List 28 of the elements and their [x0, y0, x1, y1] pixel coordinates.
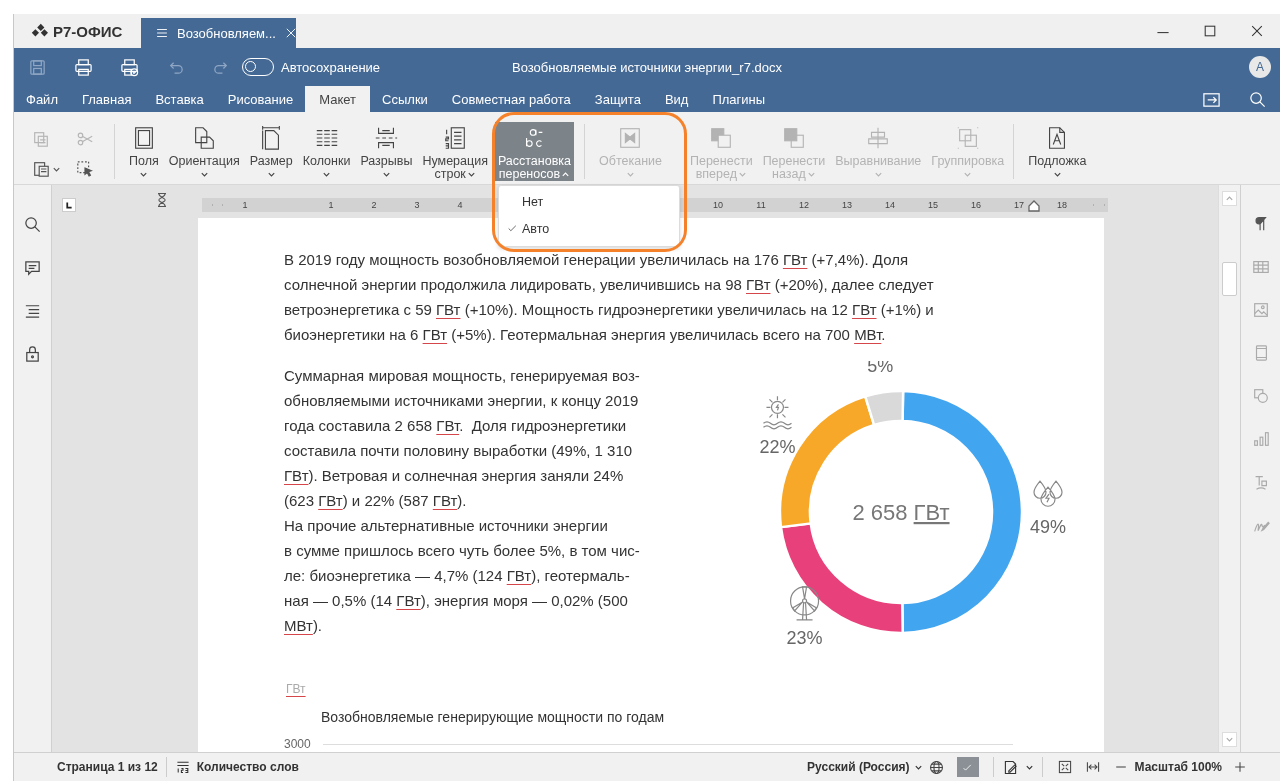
ruler-number: 3	[413, 200, 421, 210]
ruler-number: 17	[1013, 200, 1025, 210]
ruler-number: 15	[927, 200, 939, 210]
app-logo-text: Р7-ОФИС	[53, 22, 123, 40]
chart-title: Возобновляемые генерирующие мощности по годам	[321, 708, 666, 726]
ruler-number: 2	[370, 200, 378, 210]
percent-label: 22%	[759, 437, 796, 458]
ruler-number: 13	[841, 200, 853, 210]
ruler-number: 10	[712, 200, 724, 210]
total-label: 2 658 ГВт	[852, 500, 950, 525]
ruler-number: 1	[241, 200, 249, 210]
percent-label: 49%	[1030, 517, 1066, 538]
paragraph: Суммарная мировая мощность, генерируемая воз- обновляемыми источниками энергии, к концу 2019 года составила 2 658 ГВт. Доля гидроэнергетики составила почти половину выработки (49%, 1 310 ГВт). Ветровая и солнечная энергия заняли 24% (623 ГВт) и 22% (587 ГВт). На прочие альтернативные источники энергии в сумме пришлось всего чуть более 5%, в том чис- ле: биоэнергетика — 4,7% (124 ГВт), геотермаль- ная — 0,5% (14 ГВт), энергия моря — 0,02% (500 МВт).	[284, 366, 641, 636]
ruler-number: 12	[798, 200, 810, 210]
percent-label: 23%	[786, 627, 823, 648]
zoom-level: Масштаб 100%	[1134, 760, 1222, 774]
ruler-number: 18	[1056, 200, 1068, 210]
ruler-number: 4	[456, 200, 464, 210]
axis-tick-label: 3000	[284, 737, 311, 751]
paragraph: В 2019 году мощность возобновляемой генерации увеличилась на 176 ГВт (+7,4%). Доля солнечной энергии продолжила лидировать, увеличившись на 98 ГВт (+20%), далее следует ветроэнергетика с 59 ГВт (+10%). Мощность гидроэнергетики увеличилась на 12 ГВт (+1%) и биоэнергетики на 6 ГВт (+5%). Геотермальная энергия увеличилась всего на 700 МВт.	[284, 250, 935, 345]
axis-unit-label: ГВт	[286, 681, 306, 697]
ruler-number: 1	[327, 200, 335, 210]
ruler-number: 16	[970, 200, 982, 210]
page-indicator: Страница 1 из 12	[57, 760, 158, 774]
ruler-number: 14	[884, 200, 896, 210]
document-title: Возобновляемые источники энергии_r7.docx	[512, 59, 782, 75]
ruler-number: 11	[755, 200, 767, 210]
autosave-label: Автосохранение	[281, 59, 381, 75]
